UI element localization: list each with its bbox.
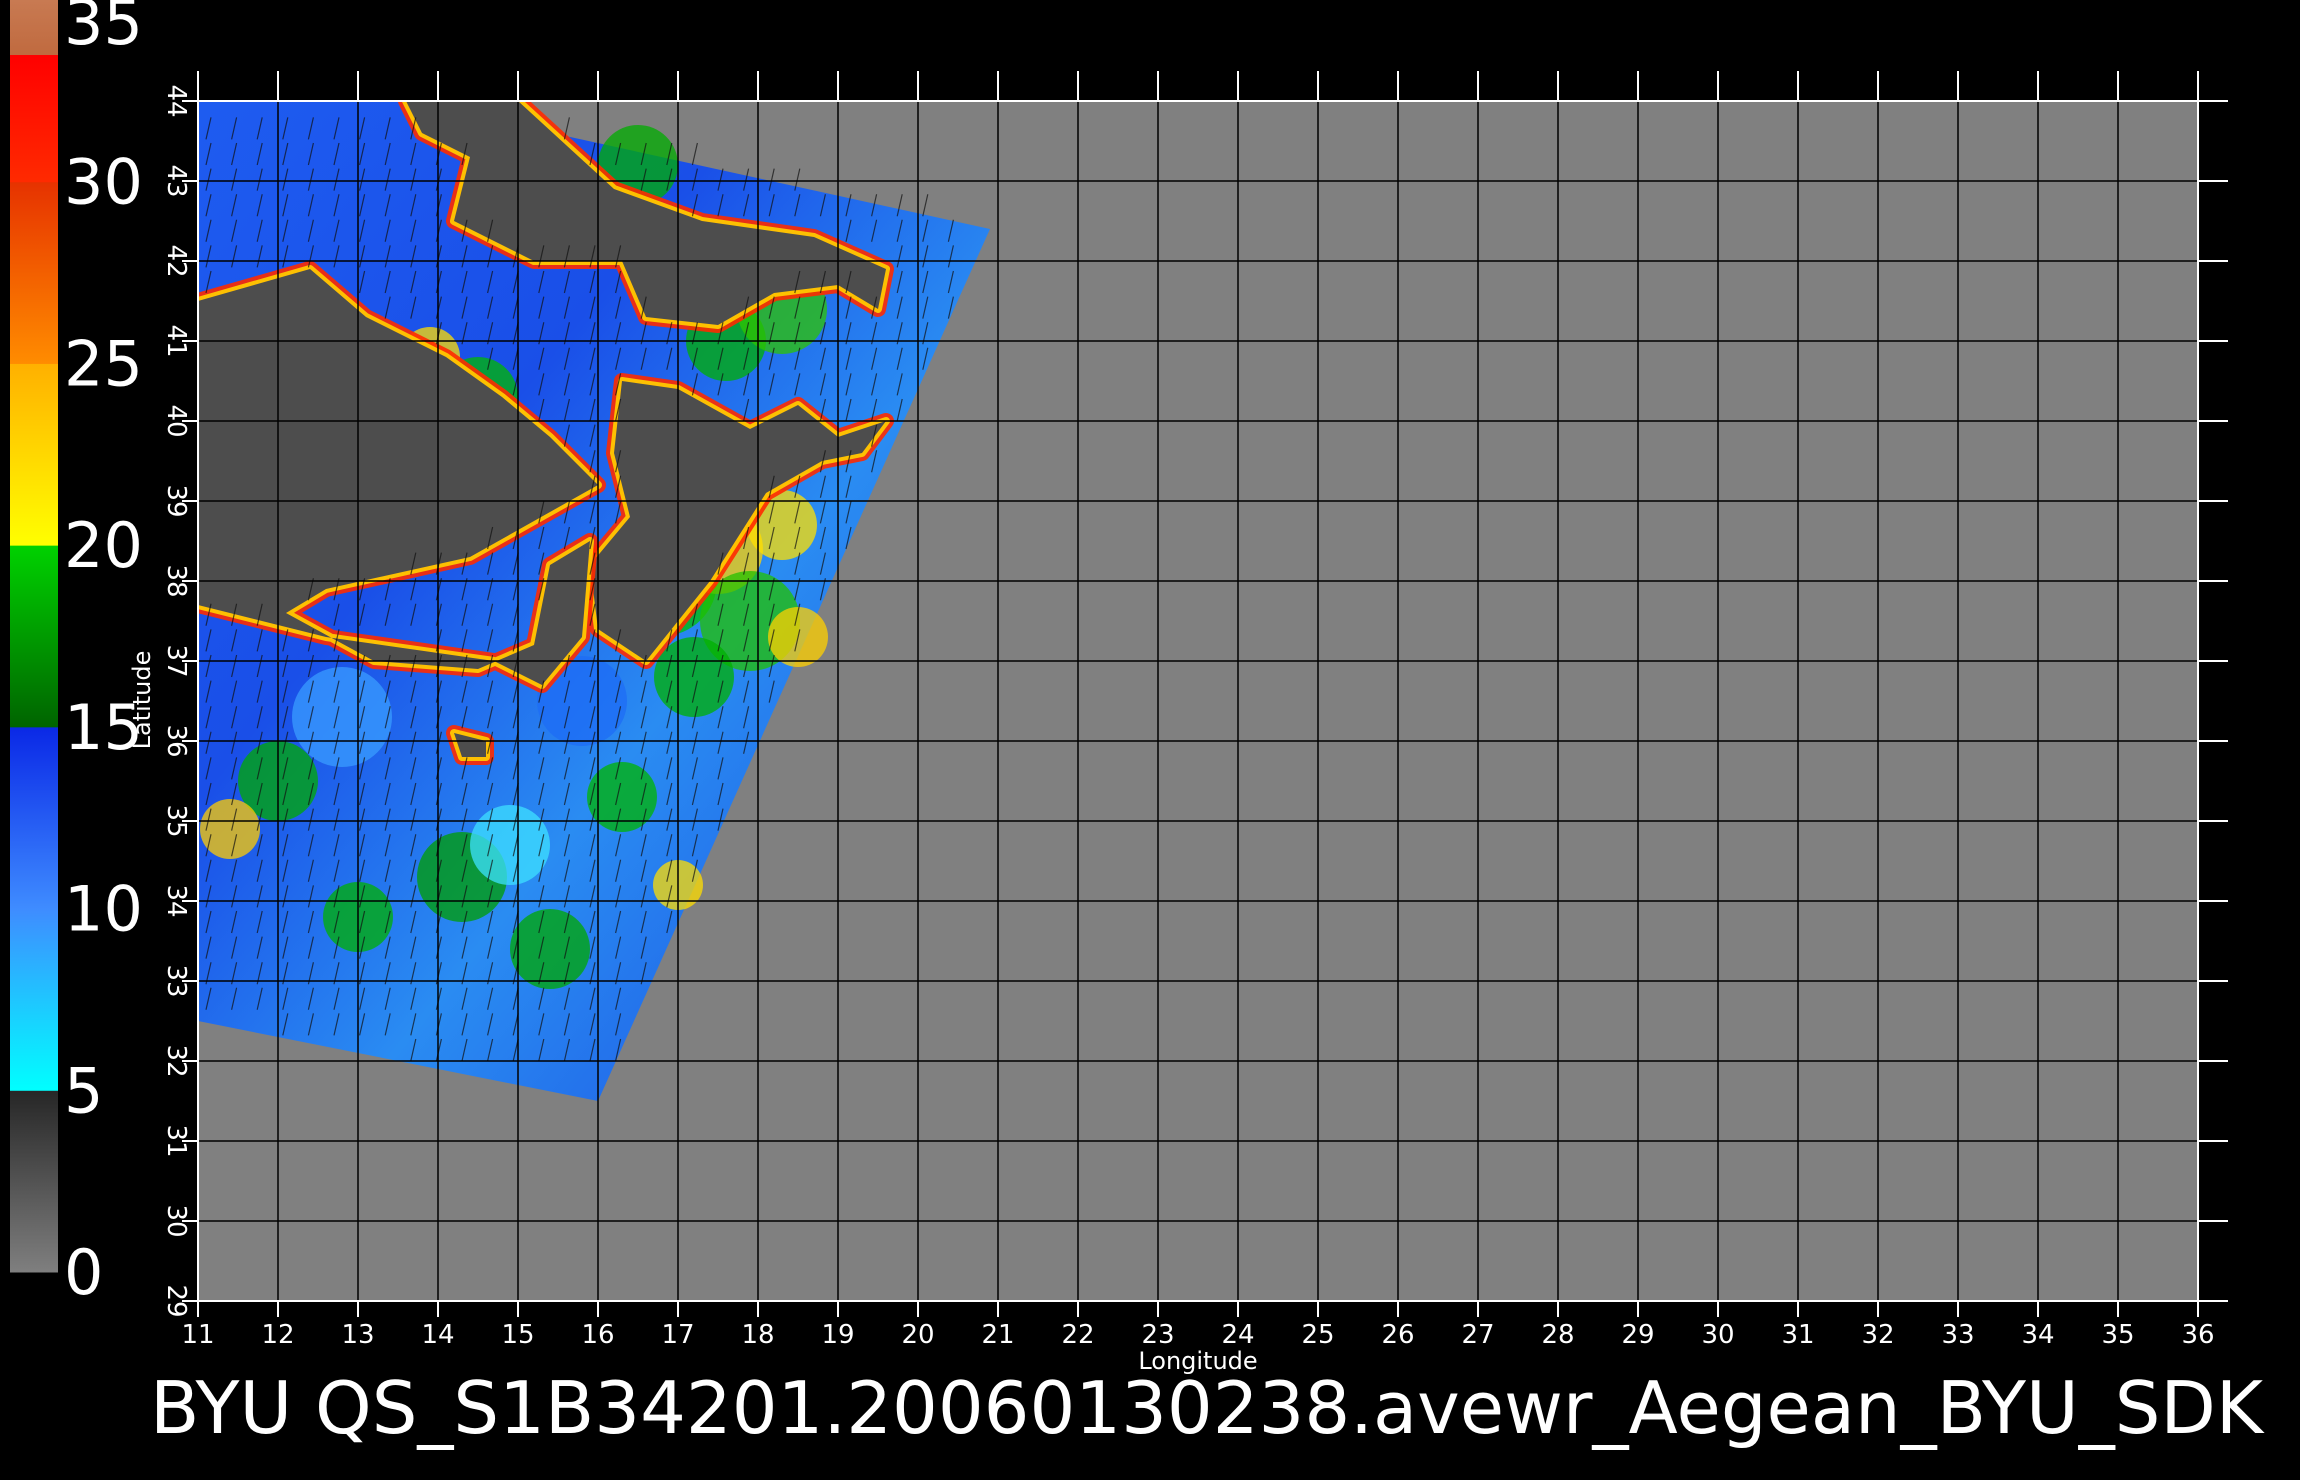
y-axis-title: Latitude xyxy=(128,651,156,750)
colorbar-segment xyxy=(10,545,58,728)
x-tick-label: 17 xyxy=(661,1320,694,1350)
colorbar-segment xyxy=(10,363,58,546)
colorbar-tick-label: 25 xyxy=(64,327,143,400)
wind-speed-patch xyxy=(292,667,392,767)
colorbar-tick-label: 5 xyxy=(64,1054,103,1127)
y-tick-label: 35 xyxy=(161,804,191,837)
x-tick-label: 35 xyxy=(2101,1320,2134,1350)
y-tick-label: 40 xyxy=(161,404,191,437)
x-tick-label: 12 xyxy=(261,1320,294,1350)
x-tick-label: 31 xyxy=(1781,1320,1814,1350)
x-tick-label: 33 xyxy=(1941,1320,1974,1350)
x-tick-label: 11 xyxy=(181,1320,214,1350)
colorbar-tick-label: 0 xyxy=(64,1236,103,1309)
y-tick-label: 30 xyxy=(161,1204,191,1237)
y-tick-label: 32 xyxy=(161,1044,191,1077)
y-tick-label: 37 xyxy=(161,644,191,677)
x-tick-label: 15 xyxy=(501,1320,534,1350)
x-tick-label: 29 xyxy=(1621,1320,1654,1350)
colorbar-segment xyxy=(10,0,58,56)
colorbar-segment xyxy=(10,908,58,1091)
x-tick-label: 26 xyxy=(1381,1320,1414,1350)
x-tick-label: 21 xyxy=(981,1320,1014,1350)
x-tick-label: 24 xyxy=(1221,1320,1254,1350)
y-tick-label: 29 xyxy=(161,1284,191,1317)
y-tick-label: 34 xyxy=(161,884,191,917)
x-tick-label: 19 xyxy=(821,1320,854,1350)
x-tick-label: 14 xyxy=(421,1320,454,1350)
colorbar-segment xyxy=(10,181,58,364)
x-tick-label: 20 xyxy=(901,1320,934,1350)
y-tick-label: 31 xyxy=(161,1124,191,1157)
y-tick-label: 42 xyxy=(161,244,191,277)
colorbar-segment xyxy=(10,1090,58,1273)
x-tick-label: 30 xyxy=(1701,1320,1734,1350)
wind-speed-patch xyxy=(654,637,734,717)
wind-speed-figure: 0 5 10 15 20 25 30 35 11 12 13 14 15 16 17 18 19 20 21 22 2… xyxy=(10,0,2265,1450)
colorbar-tick-label: 30 xyxy=(64,146,143,219)
y-tick-label: 39 xyxy=(161,484,191,517)
wind-speed-patch xyxy=(200,799,260,859)
x-tick-label: 25 xyxy=(1301,1320,1334,1350)
x-tick-label: 34 xyxy=(2021,1320,2054,1350)
colorbar-tick-label: 10 xyxy=(64,873,143,946)
x-tick-labels: 11 12 13 14 15 16 17 18 19 20 21 22 23 24 25 26 27 28 29 30… xyxy=(181,1320,2214,1350)
x-tick-label: 22 xyxy=(1061,1320,1094,1350)
y-tick-label: 33 xyxy=(161,964,191,997)
y-tick-label: 38 xyxy=(161,564,191,597)
colorbar-tick-label: 20 xyxy=(64,509,143,582)
y-tick-label: 41 xyxy=(161,324,191,357)
x-tick-label: 23 xyxy=(1141,1320,1174,1350)
figure-title: BYU QS_S1B34201.20060130238.avewr_Aegean… xyxy=(150,1366,2265,1450)
x-tick-label: 28 xyxy=(1541,1320,1574,1350)
colorbar-segment xyxy=(10,54,58,183)
x-tick-label: 18 xyxy=(741,1320,774,1350)
x-tick-label: 27 xyxy=(1461,1320,1494,1350)
colorbar-tick-label: 35 xyxy=(64,0,143,59)
x-tick-label: 36 xyxy=(2181,1320,2214,1350)
y-tick-label: 44 xyxy=(161,84,191,117)
wind-speed-patch xyxy=(470,805,550,885)
x-tick-label: 32 xyxy=(1861,1320,1894,1350)
x-tick-label: 16 xyxy=(581,1320,614,1350)
wind-speed-patch xyxy=(510,909,590,989)
colorbar xyxy=(10,0,58,1273)
colorbar-segment xyxy=(10,726,58,910)
x-tick-label: 13 xyxy=(341,1320,374,1350)
y-tick-labels: 29 30 31 32 33 34 35 36 37 38 39 40 41 42 43 44 xyxy=(161,84,191,1317)
y-tick-label: 36 xyxy=(161,724,191,757)
y-tick-label: 43 xyxy=(161,164,191,197)
